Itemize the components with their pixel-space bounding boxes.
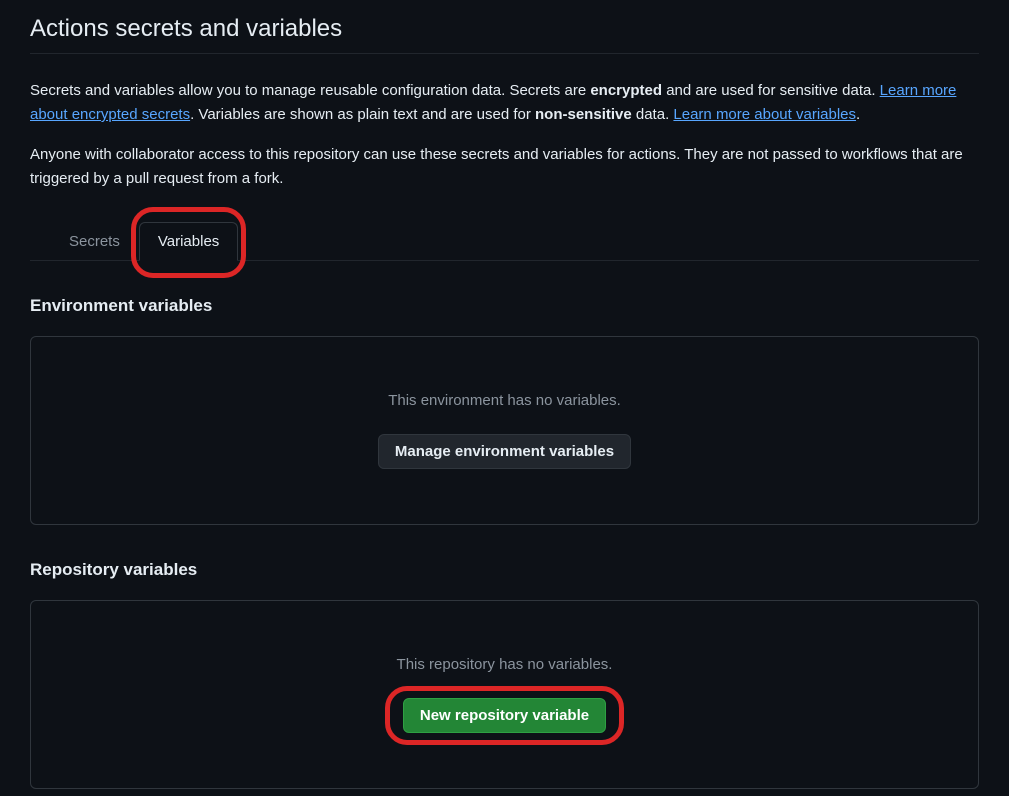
manage-environment-variables-button[interactable]: Manage environment variables <box>378 434 631 469</box>
new-repository-variable-highlight: New repository variable <box>403 698 606 733</box>
environment-variables-box: This environment has no variables. Manag… <box>30 336 979 525</box>
access-note: Anyone with collaborator access to this … <box>30 143 979 191</box>
description-text: . Variables are shown as plain text and … <box>190 106 535 123</box>
tab-secrets[interactable]: Secrets <box>50 222 139 261</box>
description-text: data. <box>632 106 674 123</box>
environment-empty-text: This environment has no variables. <box>51 392 958 409</box>
tabs-container: Secrets Variables <box>30 221 979 261</box>
non-sensitive-bold: non-sensitive <box>535 106 632 123</box>
description-paragraph-1: Secrets and variables allow you to manag… <box>30 79 979 127</box>
description-text: and are used for sensitive data. <box>662 82 880 99</box>
description-text: Secrets and variables allow you to manag… <box>30 82 590 99</box>
learn-more-variables-link[interactable]: Learn more about variables <box>673 106 856 123</box>
page-title: Actions secrets and variables <box>30 15 979 54</box>
repository-empty-text: This repository has no variables. <box>51 656 958 673</box>
tab-variables[interactable]: Variables <box>139 222 238 261</box>
environment-variables-heading: Environment variables <box>30 296 979 316</box>
repository-variables-heading: Repository variables <box>30 560 979 580</box>
variables-tab-highlight: Variables <box>139 221 238 260</box>
encrypted-bold: encrypted <box>590 82 662 99</box>
new-repository-variable-button[interactable]: New repository variable <box>403 698 606 733</box>
repository-variables-box: This repository has no variables. New re… <box>30 600 979 789</box>
description-text: . <box>856 106 860 123</box>
